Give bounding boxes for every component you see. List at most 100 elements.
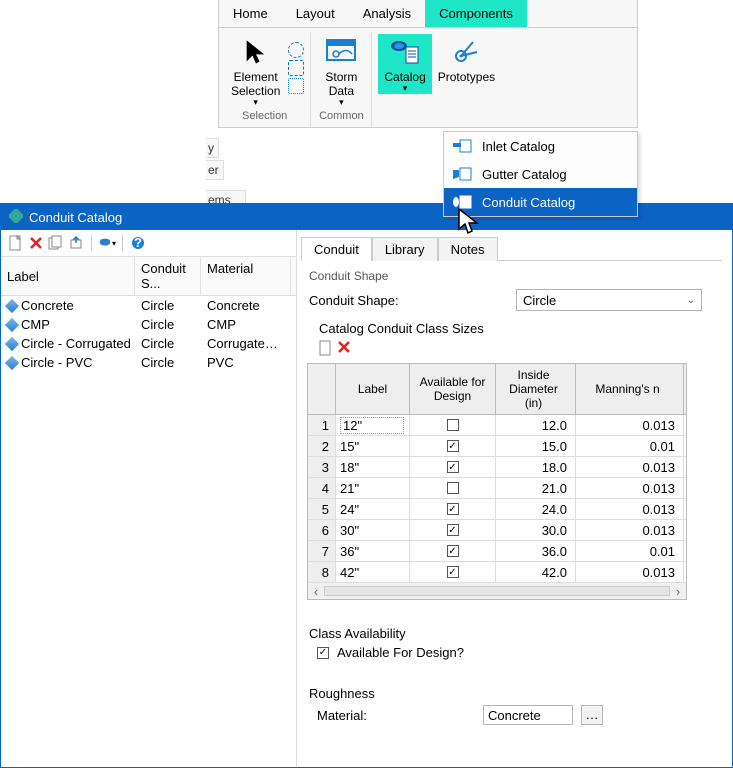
element-selection-button[interactable]: Element Selection ▾ <box>225 34 286 108</box>
available-for-design-checkbox[interactable]: ✓ <box>317 647 329 659</box>
grid-header-diameter[interactable]: Inside Diameter (in) <box>496 364 576 414</box>
conduit-shape-select[interactable]: Circle ⌄ <box>516 289 702 311</box>
header-label[interactable]: Label <box>1 257 135 295</box>
list-rows: ConcreteCircleConcreteCMPCircleCMPCircle… <box>1 296 296 767</box>
list-item[interactable]: Circle - Corrugated ...CircleCorrugated … <box>1 334 296 353</box>
cell-diameter[interactable]: 15.0 <box>496 436 576 456</box>
rect-select-icon-2[interactable] <box>288 78 304 94</box>
cell-diameter[interactable]: 30.0 <box>496 520 576 540</box>
available-checkbox[interactable] <box>447 482 459 494</box>
scroll-left-icon[interactable]: ‹ <box>308 584 324 599</box>
cell-label[interactable]: 21" <box>340 481 359 496</box>
row-number: 8 <box>308 562 336 582</box>
cell-diameter[interactable]: 24.0 <box>496 499 576 519</box>
cell-diameter[interactable]: 42.0 <box>496 562 576 582</box>
new-button[interactable] <box>7 234 25 252</box>
tab-conduit[interactable]: Conduit <box>301 237 372 261</box>
available-checkbox[interactable]: ✓ <box>447 503 459 515</box>
cell-diameter[interactable]: 36.0 <box>496 541 576 561</box>
separator <box>91 235 92 251</box>
available-checkbox[interactable]: ✓ <box>447 545 459 557</box>
cell-diameter[interactable]: 12.0 <box>496 415 576 435</box>
table-row[interactable]: 318"✓18.00.013 <box>308 457 686 478</box>
storm-data-button[interactable]: Storm Data ▾ <box>317 34 365 108</box>
menu-item-gutter-catalog[interactable]: Gutter Catalog <box>444 160 637 188</box>
table-row[interactable]: 112"12.00.013 <box>308 415 686 436</box>
header-shape[interactable]: Conduit S... <box>135 257 201 295</box>
tab-components[interactable]: Components <box>425 0 527 27</box>
cell-label[interactable]: 15" <box>340 439 359 454</box>
cell-label[interactable]: 12" <box>340 417 404 434</box>
table-row[interactable]: 8 42" ✓ 42.00.013 <box>308 562 686 583</box>
horizontal-scrollbar[interactable]: ‹ › <box>308 583 686 599</box>
grid-header-label[interactable]: Label <box>336 364 410 414</box>
export-button[interactable] <box>67 234 85 252</box>
delete-row-button[interactable] <box>337 340 351 359</box>
cell-label[interactable]: 30" <box>340 523 359 538</box>
list-item[interactable]: Circle - PVCCirclePVC <box>1 353 296 372</box>
scroll-track[interactable] <box>324 586 670 596</box>
circle-select-icon[interactable] <box>288 42 304 58</box>
available-checkbox[interactable]: ✓ <box>447 440 459 452</box>
cell-diameter[interactable]: 18.0 <box>496 457 576 477</box>
cell-diameter[interactable]: 21.0 <box>496 478 576 498</box>
header-material[interactable]: Material <box>201 257 291 295</box>
add-row-button[interactable] <box>319 340 333 359</box>
cell-mannings[interactable]: 0.013 <box>576 415 684 435</box>
menu-item-inlet-catalog[interactable]: Inlet Catalog <box>444 132 637 160</box>
grid-header: Label Available for Design Inside Diamet… <box>308 364 686 415</box>
grid-header-mannings[interactable]: Manning's n <box>576 364 684 414</box>
cell-mannings[interactable]: 0.013 <box>576 499 684 519</box>
prototypes-button[interactable]: Prototypes <box>432 34 501 86</box>
cell-mannings[interactable]: 0.01 <box>576 436 684 456</box>
table-row[interactable]: 524"✓24.00.013 <box>308 499 686 520</box>
tab-notes[interactable]: Notes <box>438 237 498 261</box>
cell-label[interactable]: 42" <box>340 565 359 580</box>
row-label: CMP <box>21 317 50 332</box>
catalog-button[interactable]: Catalog ▾ <box>378 34 431 94</box>
list-item[interactable]: ConcreteCircleConcrete <box>1 296 296 315</box>
table-row[interactable]: 421"21.00.013 <box>308 478 686 499</box>
tab-analysis[interactable]: Analysis <box>349 0 425 27</box>
cell-mannings[interactable]: 0.01 <box>576 541 684 561</box>
material-input[interactable]: Concrete <box>483 705 573 725</box>
stray-label: y <box>206 138 219 158</box>
table-row[interactable]: 2 15" ✓ 15.00.01 <box>308 436 686 457</box>
filter-button[interactable]: ▾ <box>98 234 116 252</box>
available-checkbox[interactable] <box>447 419 459 431</box>
list-item[interactable]: CMPCircleCMP <box>1 315 296 334</box>
menu-item-label: Inlet Catalog <box>482 139 555 154</box>
row-number: 2 <box>308 436 336 456</box>
copy-button[interactable] <box>47 234 65 252</box>
available-checkbox[interactable]: ✓ <box>447 461 459 473</box>
table-row[interactable]: 736"✓36.00.01 <box>308 541 686 562</box>
cell-mannings[interactable]: 0.013 <box>576 478 684 498</box>
selection-shape-tools[interactable] <box>288 34 304 94</box>
help-button[interactable]: ? <box>129 234 147 252</box>
grid-header-avail[interactable]: Available for Design <box>410 364 496 414</box>
scroll-right-icon[interactable]: › <box>670 584 686 599</box>
cell-mannings[interactable]: 0.013 <box>576 457 684 477</box>
row-shape: Circle <box>135 353 201 372</box>
prototypes-icon <box>450 36 482 68</box>
tab-layout[interactable]: Layout <box>282 0 349 27</box>
rect-select-icon[interactable] <box>288 60 304 76</box>
row-shape: Circle <box>135 296 201 315</box>
table-row[interactable]: 630"✓30.00.013 <box>308 520 686 541</box>
available-checkbox[interactable]: ✓ <box>447 566 459 578</box>
material-browse-button[interactable]: … <box>581 705 603 725</box>
available-checkbox[interactable]: ✓ <box>447 524 459 536</box>
cell-label[interactable]: 24" <box>340 502 359 517</box>
section-title: Roughness <box>309 686 722 701</box>
cell-mannings[interactable]: 0.013 <box>576 562 684 582</box>
stray-label: er <box>206 160 224 180</box>
cell-label[interactable]: 18" <box>340 460 359 475</box>
svg-text:?: ? <box>134 236 142 250</box>
cell-label[interactable]: 36" <box>340 544 359 559</box>
delete-button[interactable] <box>27 234 45 252</box>
inlet-catalog-icon <box>452 138 472 154</box>
element-selection-label: Element Selection <box>231 70 280 98</box>
tab-home[interactable]: Home <box>219 0 282 27</box>
cell-mannings[interactable]: 0.013 <box>576 520 684 540</box>
tab-library[interactable]: Library <box>372 237 438 261</box>
